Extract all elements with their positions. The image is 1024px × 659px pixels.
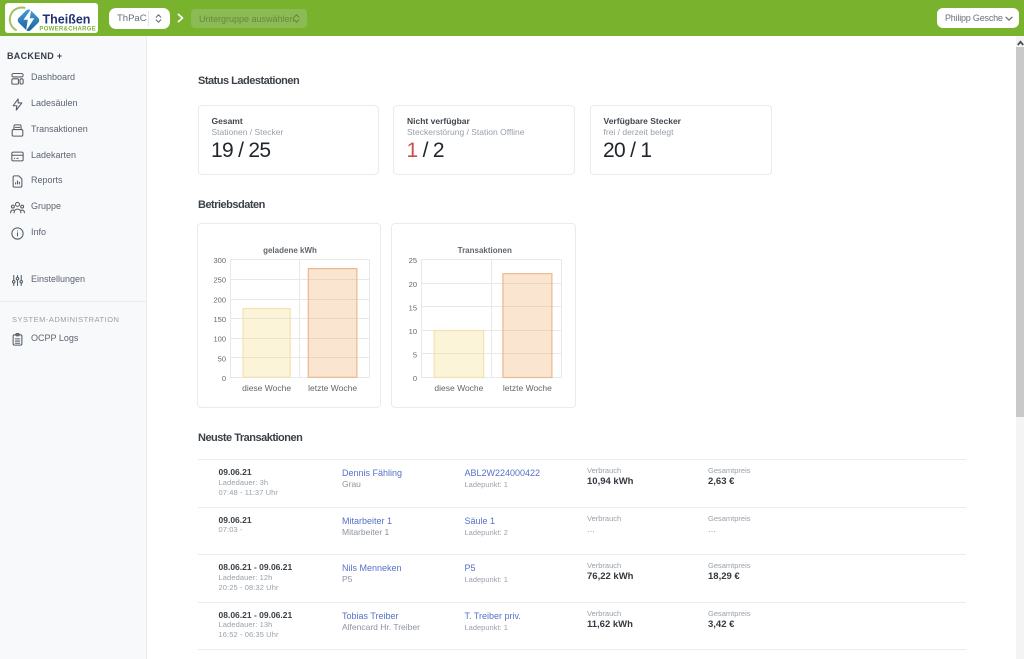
- svg-text:300: 300: [213, 256, 226, 265]
- svg-text:25: 25: [408, 256, 416, 265]
- svg-text:Transaktionen: Transaktionen: [457, 246, 511, 255]
- svg-text:200: 200: [213, 295, 226, 304]
- svg-text:Theißen: Theißen: [43, 13, 91, 27]
- svg-text:POWER&CHARGE: POWER&CHARGE: [39, 27, 96, 33]
- svg-text:geladene kWh: geladene kWh: [263, 246, 317, 255]
- svg-text:10: 10: [408, 327, 416, 336]
- svg-text:letzte Woche: letzte Woche: [502, 383, 551, 393]
- svg-text:0: 0: [412, 374, 416, 383]
- svg-text:0: 0: [221, 374, 225, 383]
- svg-text:250: 250: [213, 276, 226, 285]
- svg-text:letzte Woche: letzte Woche: [308, 383, 357, 393]
- svg-text:5: 5: [412, 351, 416, 360]
- svg-text:100: 100: [213, 335, 226, 344]
- svg-text:20: 20: [408, 280, 416, 289]
- svg-text:15: 15: [408, 303, 416, 312]
- svg-text:50: 50: [217, 354, 225, 363]
- svg-text:diese Woche: diese Woche: [434, 383, 483, 393]
- svg-text:150: 150: [213, 315, 226, 324]
- svg-text:diese Woche: diese Woche: [242, 383, 291, 393]
